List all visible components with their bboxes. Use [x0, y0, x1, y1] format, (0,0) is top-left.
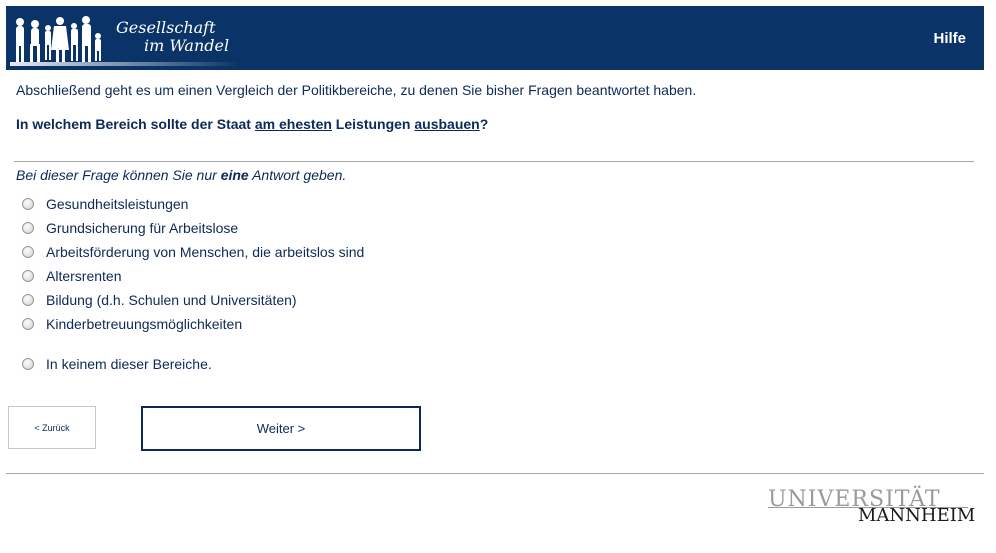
question-divider	[14, 161, 974, 162]
radio-button[interactable]	[22, 270, 34, 282]
footer-divider	[6, 473, 984, 474]
option-bildung[interactable]: Bildung (d.h. Schulen und Universitäten)	[20, 290, 297, 310]
question-part2: Leistungen	[331, 116, 415, 132]
radio-button[interactable]	[22, 294, 34, 306]
radio-button[interactable]	[22, 222, 34, 234]
radio-button[interactable]	[22, 358, 34, 370]
option-altersrenten[interactable]: Altersrenten	[20, 266, 121, 286]
instruction-emphasis: eine	[220, 167, 249, 183]
radio-button[interactable]	[22, 246, 34, 258]
back-button[interactable]: < Zurück	[8, 406, 96, 449]
help-link[interactable]: Hilfe	[933, 30, 966, 47]
option-label: Gesundheitsleistungen	[46, 196, 189, 212]
option-label: Kinderbetreuungsmöglichkeiten	[46, 316, 243, 332]
radio-button[interactable]	[22, 318, 34, 330]
instruction-part2: Antwort geben.	[248, 167, 347, 183]
logo-title-line1: Gesellschaft	[116, 18, 216, 37]
option-gesundheitsleistungen[interactable]: Gesundheitsleistungen	[20, 194, 188, 214]
question-text: In welchem Bereich sollte der Staat am e…	[16, 116, 488, 132]
option-label: Grundsicherung für Arbeitslose	[46, 220, 239, 236]
option-label: Bildung (d.h. Schulen und Universitäten)	[46, 292, 297, 308]
university-logo-line2: MANNHEIM	[858, 505, 976, 526]
logo-title-line2: im Wandel	[144, 36, 230, 55]
next-button[interactable]: Weiter >	[141, 406, 421, 451]
question-part3: ?	[479, 116, 489, 132]
option-label: Arbeitsförderung von Menschen, die arbei…	[46, 244, 365, 260]
option-arbeitsfoerderung[interactable]: Arbeitsförderung von Menschen, die arbei…	[20, 242, 364, 262]
header-bar: Gesellschaft im Wandel Hilfe	[6, 6, 984, 70]
option-label: Altersrenten	[46, 268, 122, 284]
option-grundsicherung[interactable]: Grundsicherung für Arbeitslose	[20, 218, 238, 238]
intro-text: Abschließend geht es um einen Vergleich …	[16, 82, 697, 98]
instruction-text: Bei dieser Frage können Sie nur eine Ant…	[16, 167, 346, 183]
option-kinderbetreuung[interactable]: Kinderbetreuungsmöglichkeiten	[20, 314, 242, 334]
instruction-part1: Bei dieser Frage können Sie nur	[16, 167, 221, 183]
question-emphasis2: ausbauen	[414, 116, 480, 132]
university-logo: UNIVERSITÄT MANNHEIM	[768, 487, 976, 527]
question-part1: In welchem Bereich sollte der Staat	[16, 116, 255, 132]
question-emphasis1: am ehesten	[254, 116, 332, 132]
option-label: In keinem dieser Bereiche.	[46, 356, 212, 372]
option-keinem-bereich[interactable]: In keinem dieser Bereiche.	[20, 354, 212, 374]
radio-button[interactable]	[22, 198, 34, 210]
